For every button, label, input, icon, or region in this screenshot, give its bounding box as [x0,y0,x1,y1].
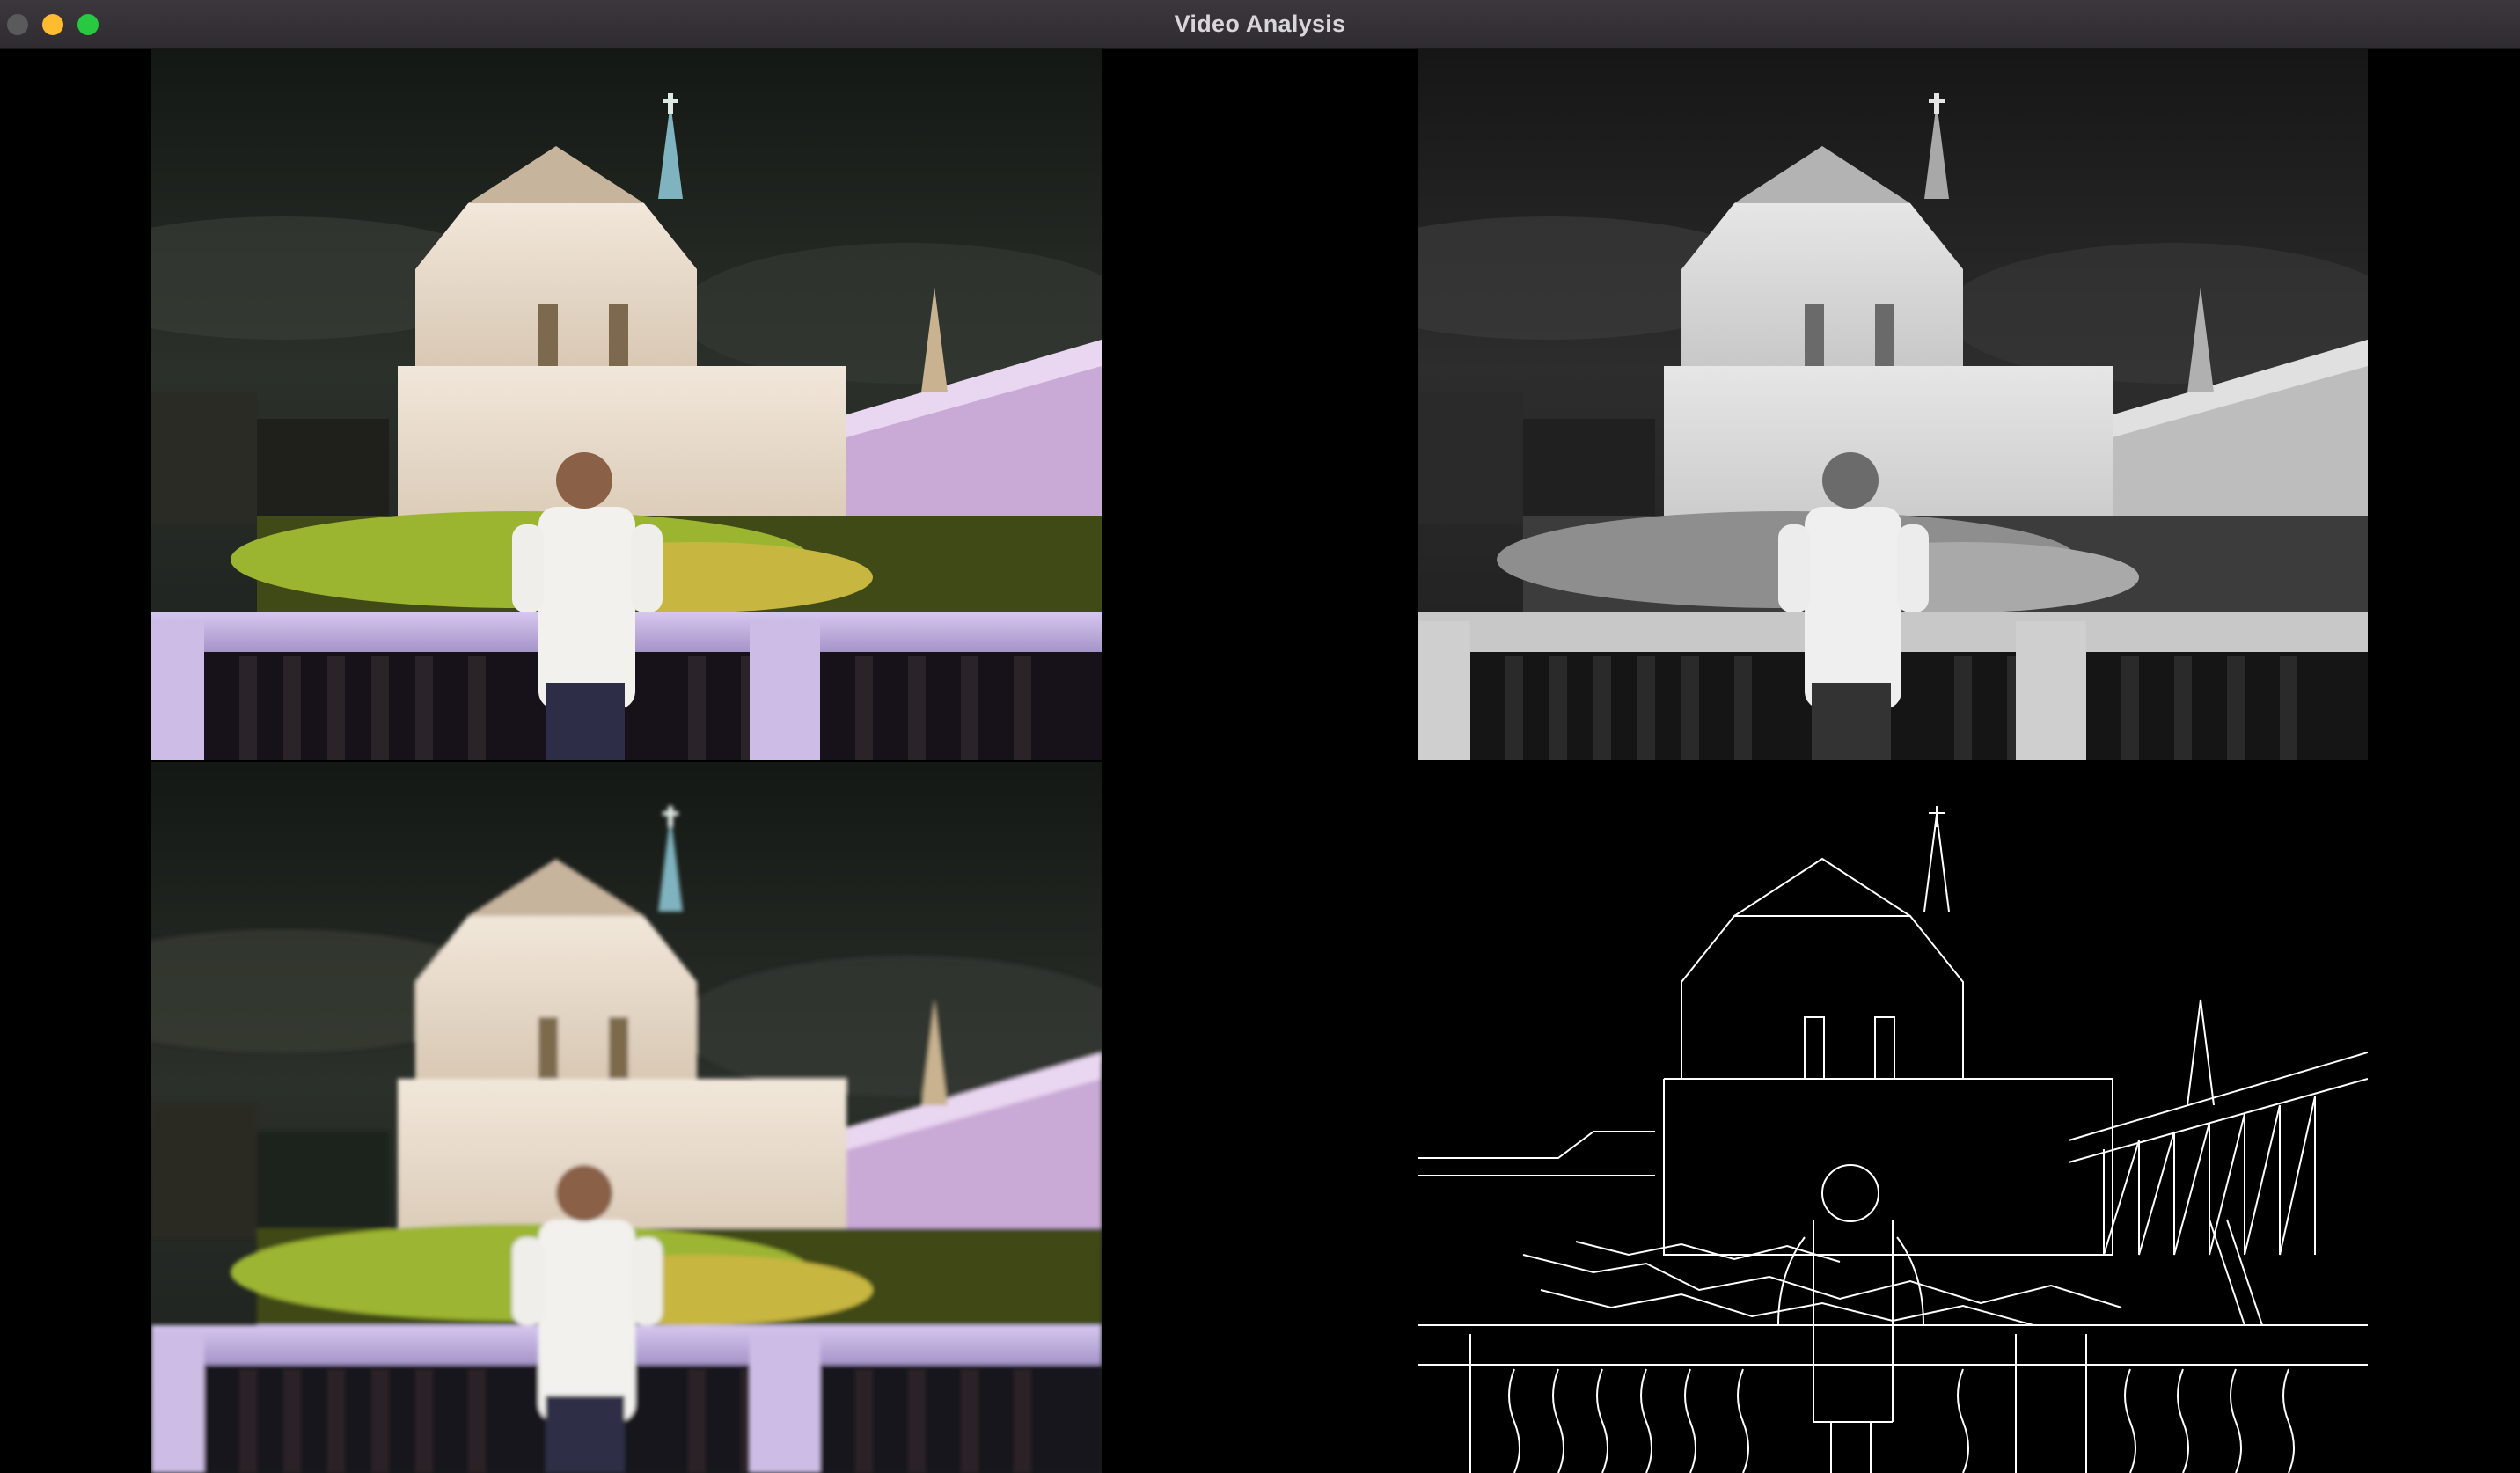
original-frame [151,49,1102,760]
grayscale-frame [1418,49,2368,760]
window-titlebar: Video Analysis [0,0,2520,49]
grayscale-frame-image [1418,49,2368,760]
blurred-frame-image [151,762,1102,1473]
original-frame-image [151,49,1102,760]
edges-frame-image [1418,762,2368,1473]
blurred-frame [151,762,1102,1473]
edges-frame [1418,762,2368,1473]
window-title: Video Analysis [1174,11,1346,37]
video-analysis-canvas [0,49,2520,1473]
